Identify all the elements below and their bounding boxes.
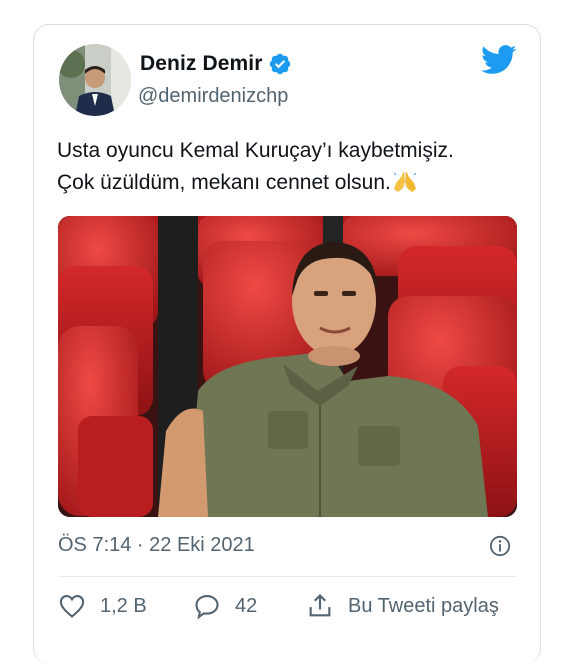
folded-hands-icon — [392, 168, 418, 203]
tweet-text-line-1: Usta oyuncu Kemal Kuruçay’ı kaybetmişiz. — [57, 139, 454, 162]
share-button[interactable]: Bu Tweeti paylaş — [306, 592, 499, 620]
like-count: 1,2 B — [100, 594, 147, 617]
divider — [58, 576, 516, 577]
tweet-card: Deniz Demir @demirdenizchp Usta oyuncu K… — [33, 24, 541, 664]
heart-icon — [59, 595, 85, 618]
tweet-text-line-2: Çok üzüldüm, mekanı cennet olsun. — [57, 171, 391, 194]
info-icon[interactable] — [489, 535, 511, 557]
handle[interactable]: @demirdenizchp — [138, 85, 288, 108]
tweet-text: Usta oyuncu Kemal Kuruçay’ı kaybetmişiz.… — [57, 135, 517, 203]
action-bar: 1,2 B 42 Bu Tweeti paylaş — [58, 592, 528, 622]
reply-count: 42 — [235, 594, 258, 617]
tweet-photo[interactable] — [58, 216, 517, 517]
like-button[interactable]: 1,2 B — [58, 592, 147, 620]
twitter-bird-icon — [481, 45, 517, 75]
verified-badge-icon — [268, 52, 292, 76]
avatar[interactable] — [59, 44, 131, 116]
share-icon — [309, 594, 331, 617]
share-label: Bu Tweeti paylaş — [348, 594, 499, 617]
reply-icon — [195, 595, 219, 620]
display-name[interactable]: Deniz Demir — [140, 52, 262, 76]
timestamp[interactable]: ÖS 7:14 · 22 Eki 2021 — [58, 534, 255, 557]
reply-button[interactable]: 42 — [193, 592, 257, 620]
